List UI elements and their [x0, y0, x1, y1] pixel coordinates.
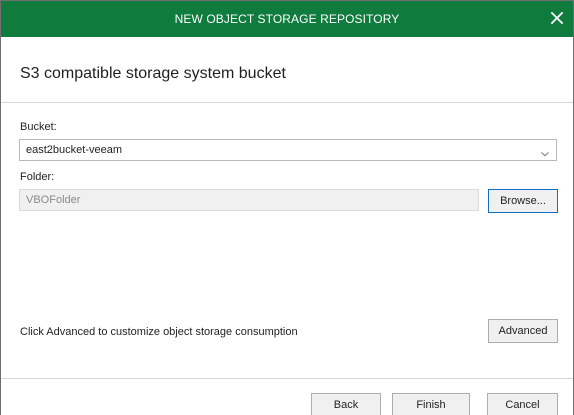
close-icon[interactable]	[547, 8, 567, 28]
title-bar[interactable]: NEW OBJECT STORAGE REPOSITORY	[1, 1, 573, 37]
advanced-description: Click Advanced to customize object stora…	[20, 326, 298, 338]
bucket-dropdown[interactable]: east2bucket-veeam	[19, 139, 557, 161]
folder-label: Folder:	[20, 171, 55, 183]
window-title: NEW OBJECT STORAGE REPOSITORY	[174, 12, 400, 26]
cancel-button[interactable]: Cancel	[487, 393, 558, 415]
back-button[interactable]: Back	[311, 393, 381, 415]
wizard-header: S3 compatible storage system bucket	[1, 37, 573, 103]
bucket-label: Bucket:	[20, 121, 57, 133]
finish-button[interactable]: Finish	[392, 393, 470, 415]
advanced-button[interactable]: Advanced	[488, 319, 558, 343]
folder-field	[19, 189, 479, 211]
page-title: S3 compatible storage system bucket	[20, 65, 286, 82]
chevron-down-icon	[540, 146, 550, 157]
browse-button[interactable]: Browse...	[488, 189, 558, 213]
wizard-footer: Back Finish Cancel	[1, 378, 573, 415]
dialog-window: NEW OBJECT STORAGE REPOSITORY S3 compati…	[0, 0, 574, 415]
bucket-selected-value: east2bucket-veeam	[26, 144, 122, 156]
